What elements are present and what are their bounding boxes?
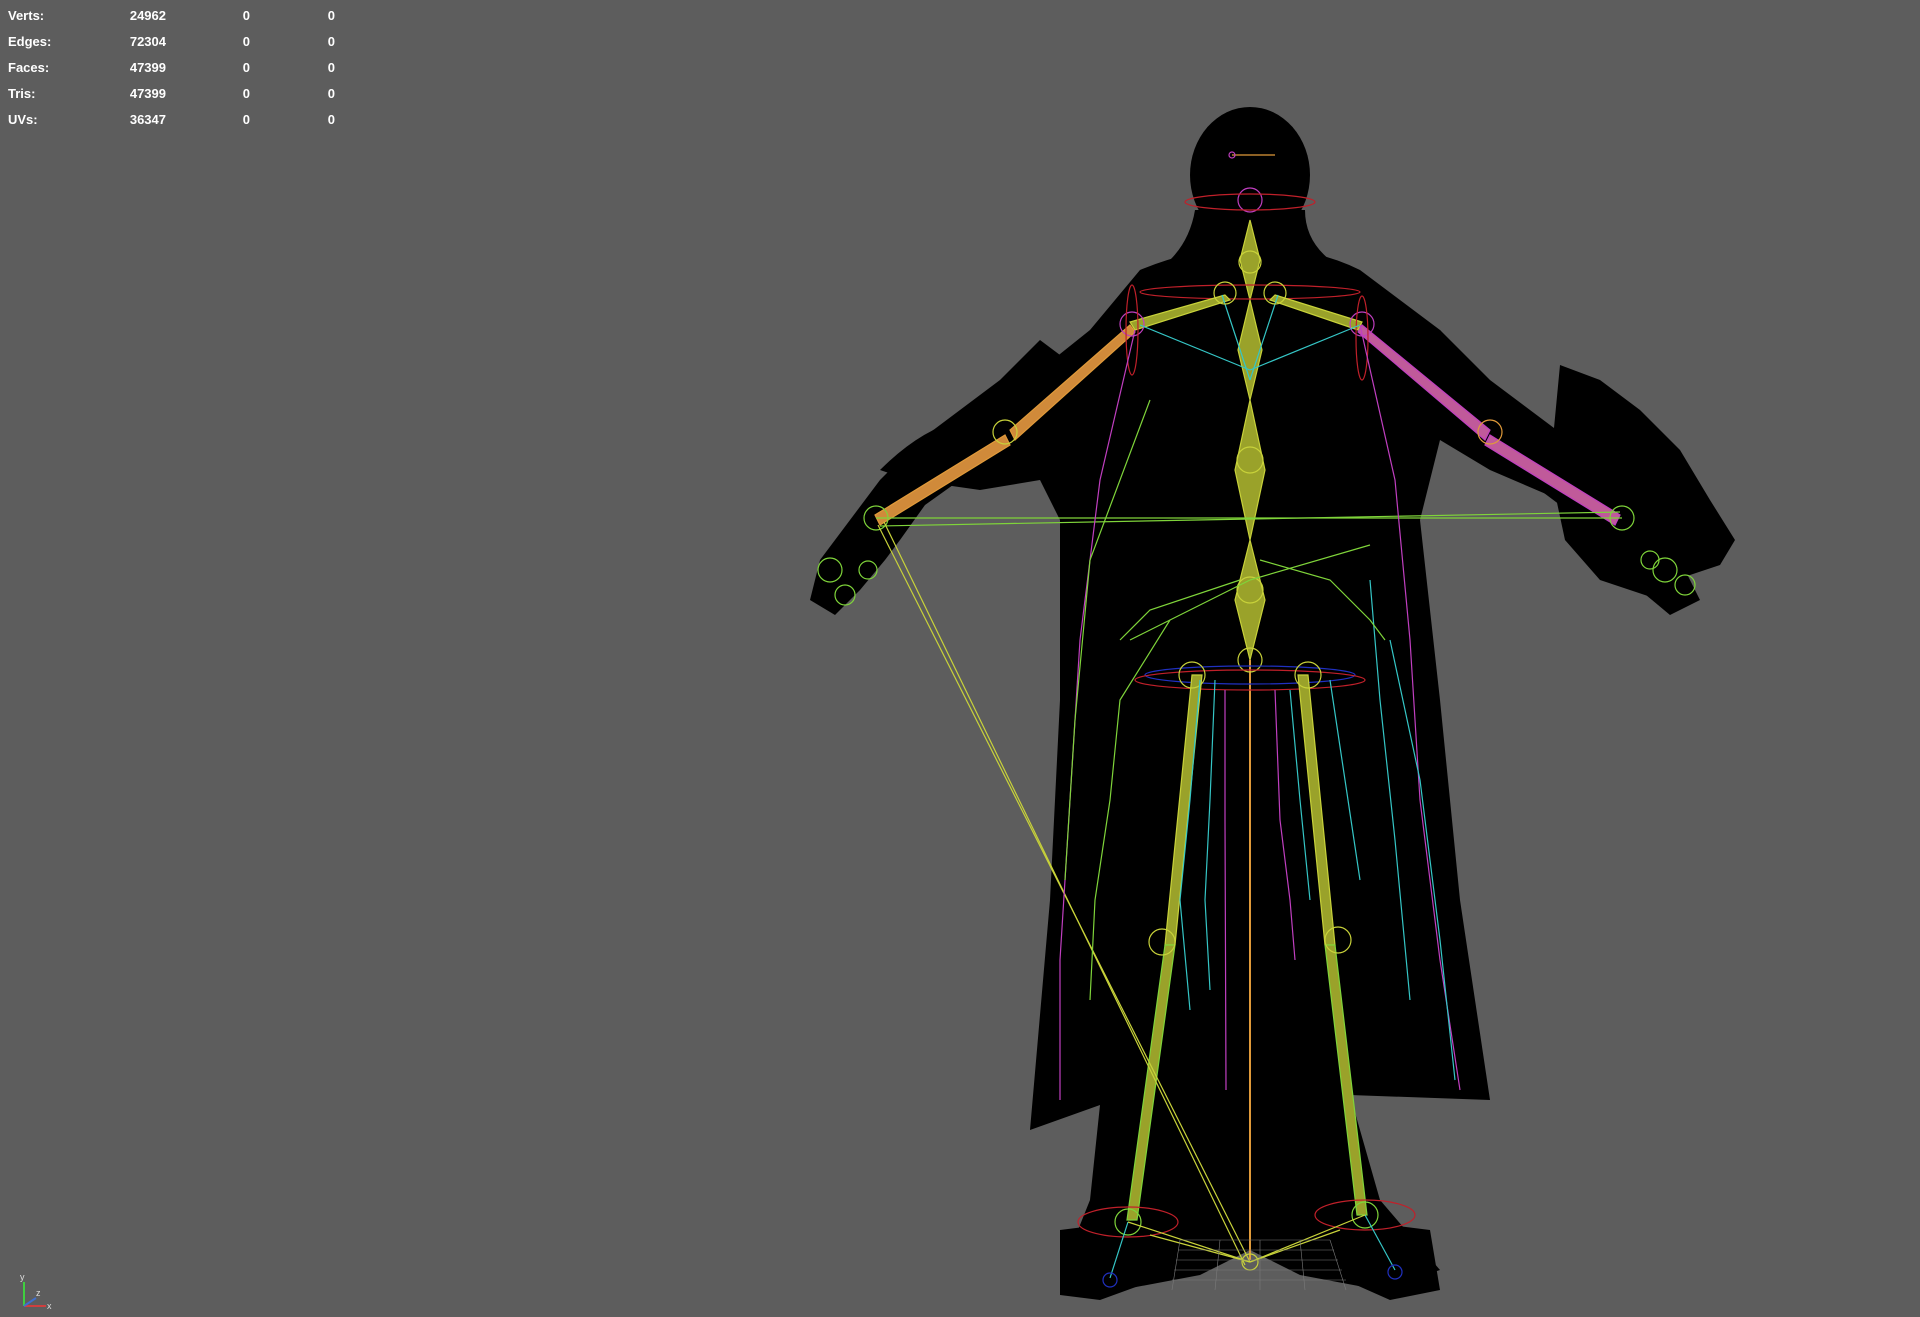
- viewport-3d[interactable]: Verts: 24962 0 0 Edges: 72304 0 0 Faces:…: [0, 0, 1920, 1317]
- hud-value: 24962: [129, 8, 166, 23]
- hud-label: Tris:: [8, 86, 36, 101]
- hud-value: 0: [327, 86, 335, 101]
- hud-label: UVs:: [8, 112, 38, 127]
- hud-value: 0: [327, 34, 335, 49]
- hud-value: 0: [327, 112, 335, 127]
- scene-canvas[interactable]: [0, 0, 1920, 1317]
- hud-value: 0: [327, 60, 335, 75]
- hud-value: 0: [242, 86, 250, 101]
- hud-row-verts: Verts: 24962 0 0: [8, 3, 348, 29]
- hud-value: 47399: [129, 86, 166, 101]
- polycount-hud: Verts: 24962 0 0 Edges: 72304 0 0 Faces:…: [8, 3, 348, 133]
- hud-row-uvs: UVs: 36347 0 0: [8, 107, 348, 133]
- hud-value: 72304: [129, 34, 166, 49]
- hud-row-edges: Edges: 72304 0 0: [8, 29, 348, 55]
- axis-x-label: x: [47, 1301, 52, 1311]
- hud-label: Edges:: [8, 34, 52, 49]
- character-silhouette: [810, 107, 1735, 1300]
- hud-value: 0: [242, 8, 250, 23]
- view-axis-icon: y x z: [20, 1272, 52, 1311]
- axis-z-label: z: [36, 1288, 41, 1298]
- hud-label: Verts:: [8, 8, 45, 23]
- hud-value: 0: [242, 34, 250, 49]
- hud-value: 0: [327, 8, 335, 23]
- hud-row-tris: Tris: 47399 0 0: [8, 81, 348, 107]
- hud-value: 0: [242, 112, 250, 127]
- hud-label: Faces:: [8, 60, 50, 75]
- hud-row-faces: Faces: 47399 0 0: [8, 55, 348, 81]
- axis-y-label: y: [20, 1272, 25, 1282]
- hud-value: 0: [242, 60, 250, 75]
- hud-value: 47399: [129, 60, 166, 75]
- hud-value: 36347: [129, 112, 166, 127]
